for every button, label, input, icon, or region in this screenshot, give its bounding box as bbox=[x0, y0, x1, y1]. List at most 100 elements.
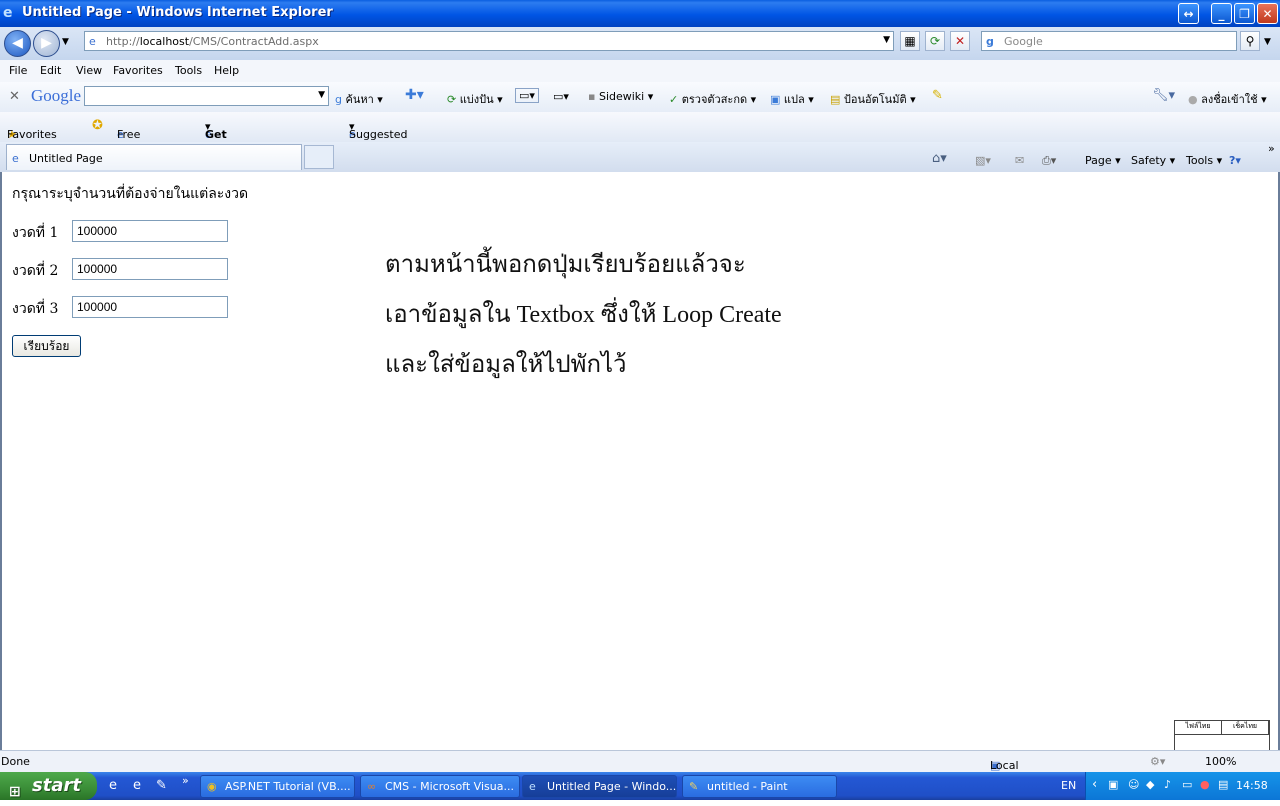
suggested-sites-link[interactable]: e Suggested Sites ▾ bbox=[349, 120, 407, 154]
volume-icon[interactable]: ♪ bbox=[1164, 778, 1171, 791]
window-title: Untitled Page - Windows Internet Explore… bbox=[22, 5, 333, 20]
menu-view[interactable]: View bbox=[76, 64, 102, 77]
page-menu[interactable]: Page ▾ bbox=[1085, 154, 1121, 167]
google-g-icon: g bbox=[335, 93, 342, 106]
new-tab-button[interactable] bbox=[304, 145, 334, 169]
maximize-button[interactable]: ❐ bbox=[1234, 3, 1255, 24]
language-indicator[interactable]: EN bbox=[1061, 779, 1076, 792]
forward-button[interactable]: ▶ bbox=[33, 30, 60, 57]
address-url: http://localhost/CMS/ContractAdd.aspx bbox=[106, 35, 319, 48]
protected-mode-icon[interactable]: ⚙▾ bbox=[1150, 755, 1165, 768]
tray-expand-icon[interactable]: ‹ bbox=[1092, 777, 1097, 792]
home-icon[interactable]: ⌂▾ bbox=[932, 151, 947, 166]
paint-icon: ✎ bbox=[689, 780, 699, 793]
search-button[interactable]: ⚲ bbox=[1240, 31, 1260, 51]
chrome-icon: ◉ bbox=[207, 780, 217, 793]
menu-favorites[interactable]: Favorites bbox=[113, 64, 163, 77]
page-content: กรุณาระบุจำนวนที่ต้องจ่ายในแต่ละงวด งวดท… bbox=[0, 172, 1280, 750]
clock[interactable]: 14:58 bbox=[1236, 779, 1268, 792]
refresh-button[interactable]: ⟳ bbox=[925, 31, 945, 51]
installment-2-label: งวดที่ 2 bbox=[12, 263, 59, 279]
google-search-icon: g bbox=[986, 35, 994, 48]
installment-2-input[interactable]: 100000 bbox=[72, 258, 228, 280]
tools-menu[interactable]: Tools ▾ bbox=[1186, 154, 1222, 167]
quicklaunch-more-icon[interactable]: » bbox=[182, 774, 189, 787]
search-options-icon[interactable]: ▼ bbox=[1264, 37, 1271, 47]
address-bar[interactable]: e http://localhost/CMS/ContractAdd.aspx … bbox=[84, 31, 894, 51]
task-paint[interactable]: ✎ untitled - Paint bbox=[682, 775, 837, 798]
recent-pages-dropdown-icon[interactable]: ▼ bbox=[62, 37, 69, 47]
tab-untitled-page[interactable]: e Untitled Page bbox=[6, 144, 302, 170]
instruction-text: กรุณาระบุจำนวนที่ต้องจ่ายในแต่ละงวด bbox=[12, 186, 249, 202]
zoom-level[interactable]: 100% bbox=[1205, 755, 1236, 768]
help-icon[interactable]: ?▾ bbox=[1229, 154, 1241, 167]
close-button[interactable]: ✕ bbox=[1257, 3, 1278, 24]
menu-tools[interactable]: Tools bbox=[175, 64, 202, 77]
task-cms-visual-studio[interactable]: ∞ CMS - Microsoft Visua... bbox=[360, 775, 520, 798]
input-box-icon[interactable]: ▭▾ bbox=[553, 90, 569, 103]
tab-ie-icon: e bbox=[12, 152, 19, 165]
antivirus-icon[interactable]: ● bbox=[1200, 778, 1210, 791]
highlight-icon[interactable]: ✎ bbox=[932, 88, 943, 103]
safety-menu[interactable]: Safety ▾ bbox=[1131, 154, 1175, 167]
add-favorite-icon[interactable]: ✪ bbox=[92, 118, 103, 133]
messenger-icon[interactable]: ☺ bbox=[1128, 778, 1139, 791]
spellcheck-icon: ✓ bbox=[669, 93, 679, 106]
compatibility-view-button[interactable]: ▦ bbox=[900, 31, 920, 51]
google-logo: Google bbox=[31, 86, 82, 105]
display-icon[interactable]: ▤ bbox=[1218, 778, 1228, 791]
settings-wrench-icon[interactable]: 🔧︎▾ bbox=[1152, 88, 1175, 103]
network-icon[interactable]: ▣ bbox=[1108, 778, 1118, 791]
chevron-more-icon[interactable]: » bbox=[1268, 142, 1275, 155]
google-toolbar: ✕ Google ▼ g ค้นหา ▾ ✚▾ ⟳ แบ่งปัน ▾ ▭▾ ▭… bbox=[0, 82, 1280, 113]
feeds-icon[interactable]: ▧▾ bbox=[975, 154, 991, 167]
back-button[interactable]: ◀ bbox=[4, 30, 31, 57]
task-asp-net-tutorial[interactable]: ◉ ASP.NET Tutorial (VB.... bbox=[200, 775, 355, 798]
share-button[interactable]: ⟳ แบ่งปัน ▾ bbox=[447, 90, 503, 108]
get-more-addons-link[interactable]: e Get More Add-ons ▾ bbox=[205, 120, 236, 180]
google-search-input[interactable]: ▼ bbox=[84, 86, 329, 106]
task-untitled-page[interactable]: e Untitled Page - Windo... bbox=[522, 775, 677, 798]
installment-3-label: งวดที่ 3 bbox=[12, 301, 59, 317]
security-icon[interactable]: ◆ bbox=[1146, 778, 1154, 791]
window-options-icon[interactable]: ▭▾ bbox=[515, 88, 539, 103]
menu-help[interactable]: Help bbox=[214, 64, 239, 77]
add-button-icon[interactable]: ✚▾ bbox=[405, 87, 424, 103]
installment-3-input[interactable]: 100000 bbox=[72, 296, 228, 318]
installment-1-input[interactable]: 100000 bbox=[72, 220, 228, 242]
taskbar: ⊞ start e e ✎ » ◉ ASP.NET Tutorial (VB...… bbox=[0, 772, 1280, 800]
share-icon: ⟳ bbox=[447, 93, 457, 106]
google-search-button[interactable]: g ค้นหา ▾ bbox=[335, 90, 383, 108]
stop-button[interactable]: ✕ bbox=[950, 31, 970, 51]
favorites-bar: ★ Favorites ✪ e Free Hotmail e Get More … bbox=[0, 112, 1280, 180]
submit-button[interactable]: เรียบร้อย bbox=[12, 335, 81, 357]
restore-tabs-button[interactable]: ↔ bbox=[1178, 3, 1199, 24]
status-bar: Done ▣ Local intranet ⚙▾ 100% bbox=[0, 750, 1280, 785]
search-input[interactable]: g Google bbox=[981, 31, 1237, 51]
minimize-button[interactable]: _ bbox=[1211, 3, 1232, 24]
autofill-icon: ▤ bbox=[830, 93, 841, 106]
tool-quicklaunch-icon[interactable]: ✎ bbox=[156, 778, 167, 793]
print-icon[interactable]: ⎙▾ bbox=[1042, 154, 1056, 168]
address-dropdown-icon[interactable]: ▼ bbox=[883, 35, 890, 45]
browser-quicklaunch-icon[interactable]: e bbox=[133, 778, 141, 793]
navigation-bar: ◀ ▶ ▼ e http://localhost/CMS/ContractAdd… bbox=[0, 27, 1280, 60]
ie-quicklaunch-icon[interactable]: e bbox=[109, 778, 117, 793]
close-toolbar-icon[interactable]: ✕ bbox=[9, 89, 20, 104]
overlay-cell-1: ไฟล์ไทย bbox=[1175, 721, 1222, 735]
google-search-dropdown-icon[interactable]: ▼ bbox=[318, 90, 325, 100]
sign-in-button[interactable]: ● ลงชื่อเข้าใช้ ▾ bbox=[1188, 90, 1267, 108]
monitor-icon[interactable]: ▭ bbox=[1182, 778, 1192, 791]
menu-edit[interactable]: Edit bbox=[40, 64, 61, 77]
menu-bar: File Edit View Favorites Tools Help bbox=[0, 60, 1280, 83]
sidewiki-button[interactable]: ▪ Sidewiki ▾ bbox=[588, 90, 653, 103]
ie-logo-icon: e bbox=[3, 5, 13, 21]
sidewiki-icon: ▪ bbox=[588, 90, 596, 103]
spellcheck-button[interactable]: ✓ ตรวจตัวสะกด ▾ bbox=[669, 90, 756, 108]
translate-button[interactable]: ▣ แปล ▾ bbox=[770, 90, 814, 108]
autofill-button[interactable]: ▤ ป้อนอัตโนมัติ ▾ bbox=[830, 90, 916, 108]
start-button[interactable]: ⊞ start bbox=[0, 772, 97, 800]
menu-file[interactable]: File bbox=[9, 64, 27, 77]
note-line-3: และใส่ข้อมูลให้ไปพักไว้ bbox=[385, 352, 627, 378]
read-mail-icon[interactable]: ✉ bbox=[1015, 154, 1024, 167]
